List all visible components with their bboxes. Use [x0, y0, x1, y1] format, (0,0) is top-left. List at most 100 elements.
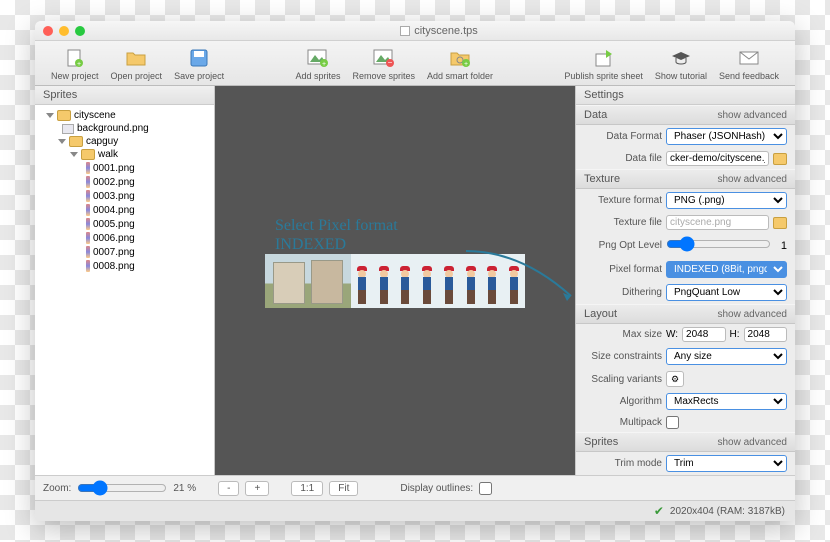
section-sprites[interactable]: Spritesshow advanced [576, 432, 795, 452]
save-project-button[interactable]: Save project [168, 47, 230, 81]
display-outlines-label: Display outlines: [400, 483, 473, 494]
scaling-variants-label: Scaling variants [584, 374, 662, 385]
new-project-button[interactable]: + New project [45, 47, 105, 81]
tree-item-frame[interactable]: 0004.png [35, 203, 214, 217]
tree-item-frame[interactable]: 0003.png [35, 189, 214, 203]
algorithm-select[interactable]: MaxRects [666, 393, 787, 410]
trim-mode-label: Trim mode [584, 458, 662, 469]
add-smart-folder-button[interactable]: + Add smart folder [421, 47, 499, 81]
section-layout[interactable]: Layoutshow advanced [576, 304, 795, 324]
section-texture[interactable]: Textureshow advanced [576, 169, 795, 189]
multipack-label: Multipack [584, 417, 662, 428]
tree-folder-capguy[interactable]: capguy [35, 135, 214, 148]
tree-item-frame[interactable]: 0002.png [35, 175, 214, 189]
max-size-label: Max size [584, 329, 662, 340]
zoom-label: Zoom: [43, 483, 71, 494]
show-advanced-link[interactable]: show advanced [718, 174, 788, 185]
dithering-label: Dithering [584, 287, 662, 298]
remove-sprites-button[interactable]: − Remove sprites [346, 47, 421, 81]
browse-folder-icon[interactable] [773, 217, 787, 229]
png-opt-slider[interactable] [666, 236, 771, 252]
folder-open-icon [123, 47, 149, 69]
tree-folder-root[interactable]: cityscene [35, 109, 214, 122]
zoom-value: 21 % [173, 483, 196, 494]
folder-icon [57, 110, 71, 121]
tree-item-frame[interactable]: 0008.png [35, 259, 214, 273]
settings-panel-header: Settings [576, 86, 795, 105]
disclosure-triangle-icon[interactable] [46, 113, 54, 118]
data-file-input[interactable] [666, 151, 769, 166]
tree-item-background[interactable]: background.png [35, 122, 214, 135]
image-file-icon [62, 124, 74, 134]
sprites-tree[interactable]: cityscene background.png capguy walk 000… [35, 105, 214, 475]
toolbar: + New project Open project Save project … [35, 41, 795, 86]
trim-mode-select[interactable]: Trim [666, 455, 787, 472]
zoom-out-button[interactable]: - [218, 481, 239, 496]
svg-text:+: + [464, 61, 468, 67]
show-advanced-link[interactable]: show advanced [718, 110, 788, 121]
zoom-fit-button[interactable]: Fit [329, 481, 358, 496]
data-format-select[interactable]: Phaser (JSONHash) [666, 128, 787, 145]
tree-item-frame[interactable]: 0007.png [35, 245, 214, 259]
png-opt-value: 1 [775, 240, 787, 252]
texture-file-label: Texture file [584, 217, 662, 228]
annotation-text: Select Pixel format INDEXED [275, 216, 398, 254]
multipack-checkbox[interactable] [666, 416, 679, 429]
dithering-select[interactable]: PngQuant Low [666, 284, 787, 301]
show-advanced-link[interactable]: show advanced [718, 309, 788, 320]
section-data[interactable]: Datashow advanced [576, 105, 795, 125]
sprite-file-icon [86, 176, 90, 188]
sprite-file-icon [86, 246, 90, 258]
tutorial-button[interactable]: Show tutorial [649, 47, 713, 81]
publish-button[interactable]: Publish sprite sheet [558, 47, 649, 81]
tree-item-frame[interactable]: 0005.png [35, 217, 214, 231]
sprite-file-icon [86, 204, 90, 216]
zoom-icon[interactable] [75, 26, 85, 36]
status-text: 2020x404 (RAM: 3187kB) [670, 506, 785, 517]
tree-item-frame[interactable]: 0006.png [35, 231, 214, 245]
tree-item-frame[interactable]: 0001.png [35, 161, 214, 175]
texture-format-select[interactable]: PNG (.png) [666, 192, 787, 209]
envelope-icon [736, 47, 762, 69]
display-outlines-checkbox[interactable] [479, 482, 492, 495]
disclosure-triangle-icon[interactable] [70, 152, 78, 157]
data-file-label: Data file [584, 153, 662, 164]
save-icon [186, 47, 212, 69]
smart-folder-icon: + [447, 47, 473, 69]
pixel-format-select[interactable]: INDEXED (8Bit, pngquant) [666, 261, 787, 278]
svg-text:+: + [77, 61, 81, 68]
texture-file-input[interactable] [666, 215, 769, 230]
image-plus-icon: + [305, 47, 331, 69]
feedback-button[interactable]: Send feedback [713, 47, 785, 81]
disclosure-triangle-icon[interactable] [58, 139, 66, 144]
content-area: Sprites cityscene background.png capguy … [35, 86, 795, 475]
canvas-area[interactable]: Select Pixel format INDEXED [215, 86, 575, 475]
document-icon [400, 26, 410, 36]
walk-frames-preview [351, 254, 525, 308]
minimize-icon[interactable] [59, 26, 69, 36]
show-advanced-link[interactable]: show advanced [718, 437, 788, 448]
browse-folder-icon[interactable] [773, 153, 787, 165]
max-height-input[interactable] [744, 327, 787, 342]
zoom-slider[interactable] [77, 480, 167, 496]
open-project-button[interactable]: Open project [105, 47, 169, 81]
settings-panel: Settings Datashow advanced Data FormatPh… [575, 86, 795, 475]
max-width-input[interactable] [682, 327, 725, 342]
close-icon[interactable] [43, 26, 53, 36]
titlebar: cityscene.tps [35, 21, 795, 41]
zoom-in-button[interactable]: + [245, 481, 269, 496]
sprite-file-icon [86, 190, 90, 202]
tree-folder-walk[interactable]: walk [35, 148, 214, 161]
sprite-file-icon [86, 218, 90, 230]
zoom-reset-button[interactable]: 1:1 [291, 481, 323, 496]
scaling-variants-button[interactable]: ⚙ [666, 371, 684, 387]
background-sprite-preview [265, 254, 351, 308]
check-icon: ✔ [654, 504, 664, 518]
size-constraints-select[interactable]: Any size [666, 348, 787, 365]
sprite-file-icon [86, 260, 90, 272]
svg-text:+: + [322, 61, 326, 67]
sprites-panel-header: Sprites [35, 86, 214, 105]
add-sprites-button[interactable]: + Add sprites [289, 47, 346, 81]
file-plus-icon: + [62, 47, 88, 69]
sprites-panel: Sprites cityscene background.png capguy … [35, 86, 215, 475]
